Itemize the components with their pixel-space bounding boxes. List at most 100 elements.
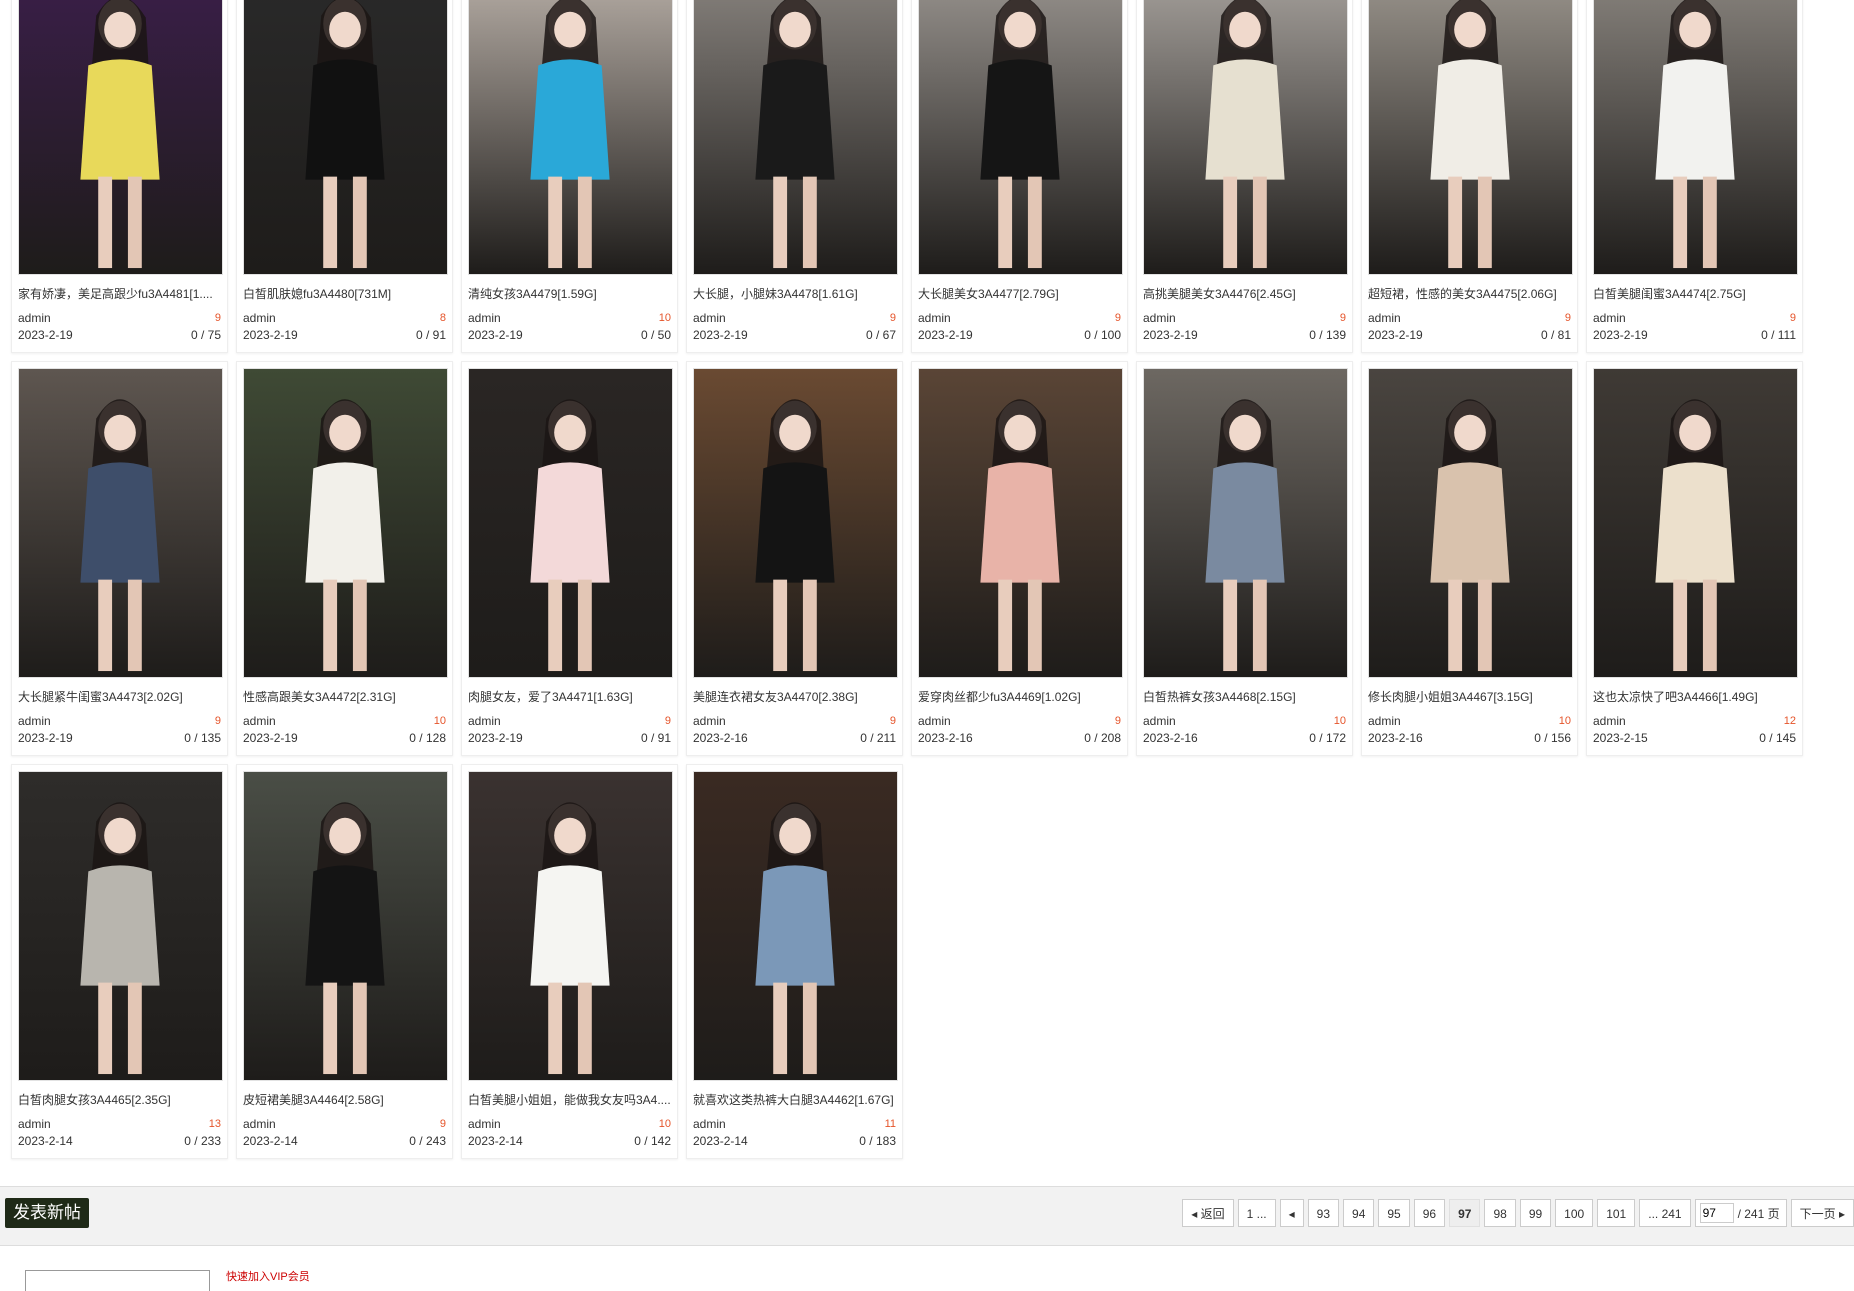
thread-title[interactable]: 就喜欢这类热裤大白腿3A4462[1.67G] — [693, 1093, 896, 1107]
thread-title[interactable]: 皮短裙美腿3A4464[2.58G] — [243, 1093, 446, 1107]
thread-card[interactable]: 清纯女孩3A4479[1.59G] admin 10 2023-2-19 0 / 50 — [461, 0, 678, 353]
thread-title[interactable]: 白皙肉腿女孩3A4465[2.35G] — [18, 1093, 221, 1107]
pager-page-link[interactable]: 95 — [1378, 1199, 1410, 1227]
thread-thumbnail[interactable] — [1593, 368, 1798, 678]
thread-thumbnail[interactable] — [693, 368, 898, 678]
thread-card[interactable]: 爱穿肉丝都少fu3A4469[1.02G] admin 9 2023-2-16 0 / … — [911, 361, 1128, 756]
thread-card[interactable]: 肉腿女友，爱了3A4471[1.63G] admin 9 2023-2-19 0 / 9… — [461, 361, 678, 756]
thread-card[interactable]: 大长腿美女3A4477[2.79G] admin 9 2023-2-19 0 / 100 — [911, 0, 1128, 353]
pager-first-page[interactable]: 1 ... — [1237, 1199, 1276, 1227]
thread-card[interactable]: 高挑美腿美女3A4476[2.45G] admin 9 2023-2-19 0 / 13… — [1136, 0, 1353, 353]
pager-last-page[interactable]: ... 241 — [1639, 1199, 1691, 1227]
thread-author[interactable]: admin — [1368, 713, 1401, 729]
new-post-button[interactable]: 发表新帖 — [5, 1198, 89, 1228]
thread-thumbnail[interactable] — [1368, 368, 1573, 678]
thread-card[interactable]: 性感高跟美女3A4472[2.31G] admin 10 2023-2-19 0 / 1… — [236, 361, 453, 756]
pager-page-link[interactable]: 98 — [1484, 1199, 1516, 1227]
thread-title[interactable]: 肉腿女友，爱了3A4471[1.63G] — [468, 690, 671, 704]
thread-thumbnail[interactable] — [468, 771, 673, 1081]
thread-title[interactable]: 超短裙，性感的美女3A4475[2.06G] — [1368, 287, 1571, 301]
pager-next-button[interactable]: 下一页 ▸ — [1790, 1199, 1854, 1227]
thread-card[interactable]: 大长腿紧牛闺蜜3A4473[2.02G] admin 9 2023-2-19 0 / 1… — [11, 361, 228, 756]
thread-thumbnail[interactable] — [918, 0, 1123, 275]
thread-author[interactable]: admin — [693, 713, 726, 729]
thread-title[interactable]: 性感高跟美女3A4472[2.31G] — [243, 690, 446, 704]
thread-thumbnail[interactable] — [18, 368, 223, 678]
thread-author[interactable]: admin — [918, 310, 951, 326]
pager-page-link[interactable]: 101 — [1597, 1199, 1636, 1227]
thread-card[interactable]: 超短裙，性感的美女3A4475[2.06G] admin 9 2023-2-19 0 /… — [1361, 0, 1578, 353]
thread-title[interactable]: 清纯女孩3A4479[1.59G] — [468, 287, 671, 301]
thread-title[interactable]: 大长腿紧牛闺蜜3A4473[2.02G] — [18, 690, 221, 704]
thread-card[interactable]: 就喜欢这类热裤大白腿3A4462[1.67G] admin 11 2023-2-14 0… — [686, 764, 903, 1159]
thread-thumbnail[interactable] — [1368, 0, 1573, 275]
thread-title[interactable]: 修长肉腿小姐姐3A4467[3.15G] — [1368, 690, 1571, 704]
pager-page-link[interactable]: 99 — [1519, 1199, 1552, 1227]
image-count-badge: 9 — [1564, 312, 1571, 324]
footer-search-box[interactable] — [25, 1270, 210, 1291]
thread-thumbnail[interactable] — [468, 368, 673, 678]
thread-title[interactable]: 家有娇凄，美足高跟少fu3A4481[1.... — [18, 287, 221, 301]
thread-title[interactable]: 爱穿肉丝都少fu3A4469[1.02G] — [918, 690, 1121, 704]
thread-thumbnail[interactable] — [1143, 0, 1348, 275]
thread-author[interactable]: admin — [18, 713, 51, 729]
thread-author[interactable]: admin — [468, 310, 501, 326]
thread-card[interactable]: 白皙肉腿女孩3A4465[2.35G] admin 13 2023-2-14 0 / 2… — [11, 764, 228, 1159]
thread-meta: admin 8 2023-2-19 0 / 91 — [243, 310, 446, 344]
pager-page-link[interactable]: 93 — [1307, 1199, 1340, 1227]
thread-title[interactable]: 高挑美腿美女3A4476[2.45G] — [1143, 287, 1346, 301]
thread-author[interactable]: admin — [1368, 310, 1401, 326]
thread-author[interactable]: admin — [468, 713, 501, 729]
thread-author[interactable]: admin — [468, 1116, 501, 1132]
thread-thumbnail[interactable] — [18, 0, 223, 275]
pager-prev-button[interactable]: ◂ — [1279, 1199, 1304, 1227]
thread-thumbnail[interactable] — [918, 368, 1123, 678]
thread-card[interactable]: 皮短裙美腿3A4464[2.58G] admin 9 2023-2-14 0 / 243 — [236, 764, 453, 1159]
thread-author[interactable]: admin — [693, 310, 726, 326]
thread-card[interactable]: 白皙热裤女孩3A4468[2.15G] admin 10 2023-2-16 0 / 1… — [1136, 361, 1353, 756]
thread-author[interactable]: admin — [1143, 310, 1176, 326]
thread-thumbnail[interactable] — [1593, 0, 1798, 275]
thread-author[interactable]: admin — [18, 1116, 51, 1132]
thread-title[interactable]: 白皙热裤女孩3A4468[2.15G] — [1143, 690, 1346, 704]
thread-card[interactable]: 这也太凉快了吧3A4466[1.49G] admin 12 2023-2-15 0 / … — [1586, 361, 1803, 756]
thread-thumbnail[interactable] — [468, 0, 673, 275]
thread-author[interactable]: admin — [18, 310, 51, 326]
thread-title[interactable]: 白皙肌肤媳fu3A4480[731M] — [243, 287, 446, 301]
thread-card[interactable]: 大长腿，小腿妹3A4478[1.61G] admin 9 2023-2-19 0 / 6… — [686, 0, 903, 353]
thread-author[interactable]: admin — [1593, 713, 1626, 729]
pager-page-link[interactable]: 100 — [1555, 1199, 1594, 1227]
thread-author[interactable]: admin — [1593, 310, 1626, 326]
thread-card[interactable]: 美腿连衣裙女友3A4470[2.38G] admin 9 2023-2-16 0 / 2… — [686, 361, 903, 756]
thread-card[interactable]: 白皙美腿小姐姐，能做我女友吗3A4.... admin 10 2023-2-14 0 /… — [461, 764, 678, 1159]
thread-thumbnail[interactable] — [243, 368, 448, 678]
pager-page-link[interactable]: 96 — [1413, 1199, 1446, 1227]
thread-card[interactable]: 白皙美腿闺蜜3A4474[2.75G] admin 9 2023-2-19 0 / 11… — [1586, 0, 1803, 353]
thread-card[interactable]: 修长肉腿小姐姐3A4467[3.15G] admin 10 2023-2-16 0 / … — [1361, 361, 1578, 756]
thread-author[interactable]: admin — [243, 310, 276, 326]
thread-author[interactable]: admin — [918, 713, 951, 729]
thread-thumbnail[interactable] — [243, 771, 448, 1081]
thread-thumbnail[interactable] — [693, 0, 898, 275]
thread-title[interactable]: 白皙美腿小姐姐，能做我女友吗3A4.... — [468, 1093, 671, 1107]
thread-title[interactable]: 这也太凉快了吧3A4466[1.49G] — [1593, 690, 1796, 704]
thread-thumbnail[interactable] — [1143, 368, 1348, 678]
thread-card[interactable]: 家有娇凄，美足高跟少fu3A4481[1.... admin 9 2023-2-19 0… — [11, 0, 228, 353]
thread-thumbnail[interactable] — [243, 0, 448, 275]
page-jump-input[interactable] — [1699, 1203, 1734, 1223]
thread-title[interactable]: 大长腿，小腿妹3A4478[1.61G] — [693, 287, 896, 301]
thread-title[interactable]: 美腿连衣裙女友3A4470[2.38G] — [693, 690, 896, 704]
thread-card[interactable]: 白皙肌肤媳fu3A4480[731M] admin 8 2023-2-19 0 / 91 — [236, 0, 453, 353]
pager-page-link[interactable]: 94 — [1343, 1199, 1375, 1227]
thread-title[interactable]: 白皙美腿闺蜜3A4474[2.75G] — [1593, 287, 1796, 301]
thread-author[interactable]: admin — [243, 1116, 276, 1132]
thread-title[interactable]: 大长腿美女3A4477[2.79G] — [918, 287, 1121, 301]
thread-thumbnail[interactable] — [693, 771, 898, 1081]
thread-thumbnail[interactable] — [18, 771, 223, 1081]
pager-back-button[interactable]: ◂ 返回 — [1182, 1199, 1234, 1227]
thread-author[interactable]: admin — [243, 713, 276, 729]
pager-current-page[interactable]: 97 — [1449, 1199, 1481, 1227]
thread-author[interactable]: admin — [693, 1116, 726, 1132]
thread-author[interactable]: admin — [1143, 713, 1176, 729]
vip-notice-link[interactable]: 快速加入VIP会员 — [226, 1268, 310, 1284]
